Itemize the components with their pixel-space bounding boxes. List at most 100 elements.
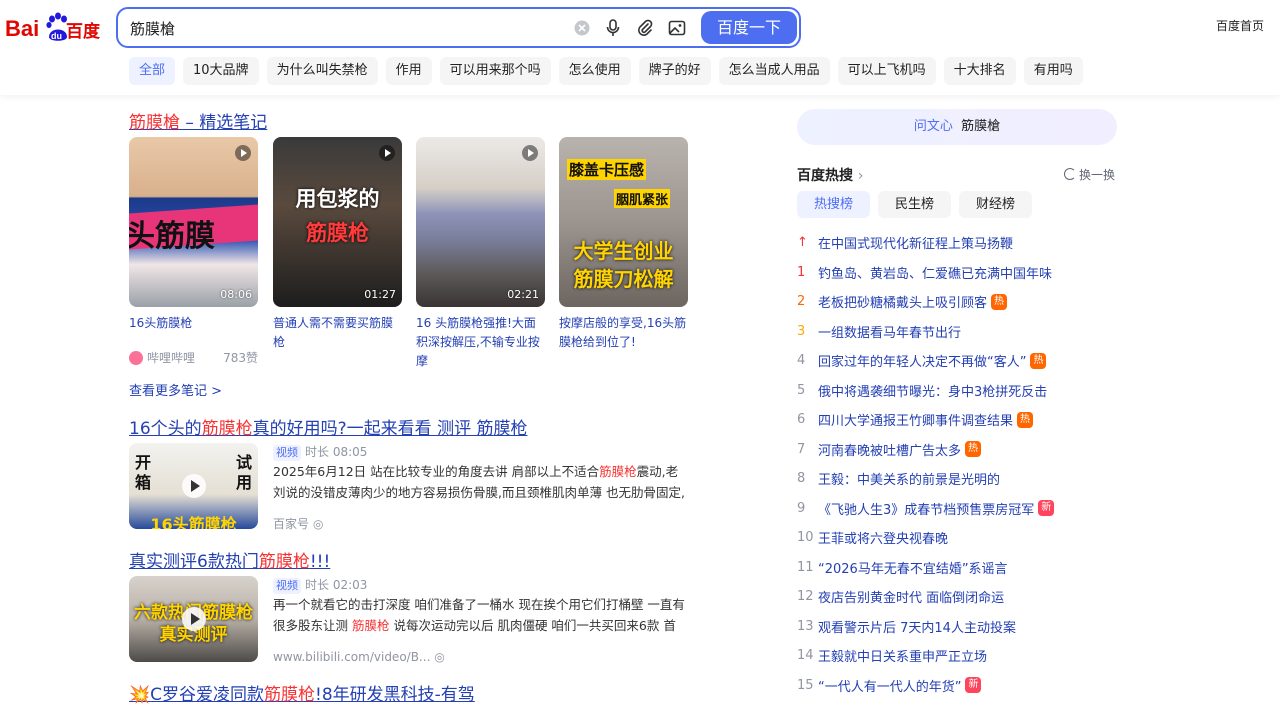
hot-item[interactable]: 14 王毅就中日关系重申严正立场 bbox=[797, 641, 1117, 671]
hot-item-text[interactable]: 钓鱼岛、黄岩岛、仁爱礁已充满中国年味 bbox=[818, 263, 1052, 282]
hot-item[interactable]: 7 河南春晚被吐槽广告太多热 bbox=[797, 435, 1117, 465]
hot-item[interactable]: 9 《飞驰人生3》成春节档预售票房冠军新 bbox=[797, 494, 1117, 524]
chevron-right-icon: › bbox=[857, 168, 864, 184]
title-part: 16个头的 bbox=[129, 419, 202, 439]
note-caption[interactable]: 普通人需不需要买筋膜枪 bbox=[273, 314, 402, 352]
hot-rank: 2 bbox=[797, 294, 806, 310]
hot-item[interactable]: 11 “2026马年无春不宜结婚”系谣言 bbox=[797, 553, 1117, 583]
tab-suggestion[interactable]: 怎么当成人用品 bbox=[718, 57, 830, 85]
hot-item[interactable]: 5 俄中将遇袭细节曝光：身中3枪拼死反击 bbox=[797, 376, 1117, 406]
clear-icon[interactable] bbox=[572, 18, 592, 38]
note-thumbnail[interactable]: 膝盖卡压感 胭肌紧张 大学生创业 筋膜刀松解 bbox=[559, 137, 688, 307]
hot-item-text[interactable]: 王菲或将六登央视春晚 bbox=[818, 528, 948, 547]
hot-item[interactable]: 13 观看警示片后 7天内14人主动投案 bbox=[797, 612, 1117, 642]
hot-item[interactable]: 10 王菲或将六登央视春晚 bbox=[797, 523, 1117, 553]
hot-item-text[interactable]: 河南春晚被吐槽广告太多 bbox=[818, 440, 961, 459]
hot-rank: 3 bbox=[797, 323, 806, 339]
refresh-icon bbox=[1064, 168, 1076, 180]
tab-all[interactable]: 全部 bbox=[129, 57, 176, 85]
hot-item-text[interactable]: 夜店告别黄金时代 面临倒闭命运 bbox=[818, 587, 1004, 606]
note-card[interactable]: 02:21 16 头筋膜枪强推!大面积深按解压,不输专业按摩 bbox=[416, 137, 545, 371]
hot-rank: 7 bbox=[797, 441, 806, 457]
notes-section-title[interactable]: 筋膜槍 – 精选笔记 bbox=[129, 108, 267, 133]
hot-item-text[interactable]: 老板把砂糖橘戴头上吸引顾客 bbox=[818, 292, 987, 311]
hot-item[interactable]: 1 钓鱼岛、黄岩岛、仁爱礁已充满中国年味 bbox=[797, 258, 1117, 288]
result-thumbnail[interactable]: 六款热门筋膜枪 真实测评 bbox=[129, 576, 258, 662]
hot-item[interactable]: 8 王毅：中美关系的前景是光明的 bbox=[797, 464, 1117, 494]
baidu-home-link[interactable]: 百度首页 bbox=[1216, 17, 1264, 34]
hot-list: ↑ 在中国式现代化新征程上策马扬鞭 1 钓鱼岛、黄岩岛、仁爱礁已充满中国年味 2 老板… bbox=[797, 228, 1117, 700]
result-title[interactable]: 16个头的筋膜枪真的好用吗?一起来看看 测评 筋膜枪 bbox=[129, 414, 527, 439]
note-caption[interactable]: 按摩店般的享受,16头筋膜枪给到位了! bbox=[559, 314, 688, 352]
thumb-overlay-text: 大学生创业 bbox=[573, 239, 674, 263]
tab-livelihood[interactable]: 民生榜 bbox=[878, 191, 952, 218]
hot-tag: 热 bbox=[965, 441, 982, 458]
result-title[interactable]: 真实测评6款热门筋膜枪!!! bbox=[129, 547, 330, 572]
note-card[interactable]: 膝盖卡压感 胭肌紧张 大学生创业 筋膜刀松解 按摩店般的享受,16头筋膜枪给到位… bbox=[559, 137, 688, 352]
hot-item[interactable]: 6 四川大学通报王竹卿事件调查结果热 bbox=[797, 405, 1117, 435]
result-title[interactable]: 💥C罗谷爱凌同款筋膜枪!8年研发黑科技-有驾 bbox=[129, 680, 475, 705]
swap-button[interactable]: 换一换 bbox=[1064, 166, 1115, 183]
hot-item-text[interactable]: 《飞驰人生3》成春节档预售票房冠军 bbox=[818, 499, 1034, 518]
hot-item-text[interactable]: “一代人有一代人的年货” bbox=[818, 676, 961, 695]
search-button[interactable]: 百度一下 bbox=[701, 11, 797, 44]
play-icon[interactable] bbox=[181, 474, 206, 498]
note-thumbnail[interactable]: 02:21 bbox=[416, 137, 545, 307]
hot-rank: 11 bbox=[797, 559, 814, 575]
tab-suggestion[interactable]: 为什么叫失禁枪 bbox=[266, 57, 378, 85]
hot-item[interactable]: 2 老板把砂糖橘戴头上吸引顾客热 bbox=[797, 287, 1117, 317]
hot-rank: 10 bbox=[797, 530, 814, 546]
hot-item-text[interactable]: 在中国式现代化新征程上策马扬鞭 bbox=[818, 233, 1013, 252]
hot-rank: 14 bbox=[797, 648, 814, 664]
note-card[interactable]: 用包浆的 筋膜枪 01:27 普通人需不需要买筋膜枪 bbox=[273, 137, 402, 352]
tab-suggestion[interactable]: 有用吗 bbox=[1023, 57, 1083, 85]
thumb-overlay-text: 试用 bbox=[235, 453, 252, 492]
result-meta: 视频 时长 02:03 bbox=[273, 574, 687, 596]
note-caption[interactable]: 16 头筋膜枪强推!大面积深按解压,不输专业按摩 bbox=[416, 314, 545, 371]
hot-item[interactable]: ↑ 在中国式现代化新征程上策马扬鞭 bbox=[797, 228, 1117, 258]
baidu-logo[interactable]: Bai du 百度 bbox=[5, 9, 101, 43]
hot-item-text[interactable]: 观看警示片后 7天内14人主动投案 bbox=[818, 617, 1016, 636]
result-thumbnail[interactable]: 开箱 试用 16头筋膜枪 bbox=[129, 443, 258, 529]
tab-suggestion[interactable]: 10大品牌 bbox=[183, 57, 259, 85]
attachment-icon[interactable] bbox=[635, 18, 655, 38]
pin-top-icon: ↑ bbox=[797, 235, 808, 251]
tab-suggestion[interactable]: 怎么使用 bbox=[558, 57, 631, 85]
note-source[interactable]: 哔哩哔哩 bbox=[147, 349, 195, 366]
note-caption[interactable]: 16头筋膜枪 bbox=[129, 314, 258, 333]
play-icon[interactable] bbox=[181, 607, 206, 631]
note-thumbnail[interactable]: 用包浆的 筋膜枪 01:27 bbox=[273, 137, 402, 307]
tab-suggestion[interactable]: 作用 bbox=[385, 57, 432, 85]
tab-suggestion[interactable]: 可以用来那个吗 bbox=[439, 57, 551, 85]
note-thumbnail[interactable]: 头筋膜 08:06 bbox=[129, 137, 258, 307]
result-source[interactable]: 百家号 ◎ bbox=[273, 513, 687, 535]
hot-item-text[interactable]: 一组数据看马年春节出行 bbox=[818, 322, 961, 341]
hot-item[interactable]: 15 “一代人有一代人的年货” 新 bbox=[797, 671, 1117, 701]
hot-item-text[interactable]: 王毅就中日关系重申严正立场 bbox=[818, 646, 987, 665]
hot-item[interactable]: 4 回家过年的年轻人决定不再做“客人” 热 bbox=[797, 346, 1117, 376]
tab-hot-search[interactable]: 热搜榜 bbox=[797, 191, 871, 218]
hot-search-title[interactable]: 百度热搜 › bbox=[797, 165, 863, 185]
hot-item[interactable]: 12 夜店告别黄金时代 面临倒闭命运 bbox=[797, 582, 1117, 612]
hot-item-text[interactable]: “2026马年无春不宜结婚”系谣言 bbox=[818, 558, 1008, 577]
tab-suggestion[interactable]: 可以上飞机吗 bbox=[837, 57, 936, 85]
note-card[interactable]: 头筋膜 08:06 16头筋膜枪 哔哩哔哩 783赞 bbox=[129, 137, 258, 366]
hot-item[interactable]: 3 一组数据看马年春节出行 bbox=[797, 317, 1117, 347]
result-source[interactable]: www.bilibili.com/video/B... ◎ bbox=[273, 646, 687, 668]
hot-item-text[interactable]: 回家过年的年轻人决定不再做“客人” bbox=[818, 351, 1026, 370]
wenxin-ask-button[interactable]: 问文心 筋膜槍 bbox=[797, 109, 1117, 145]
video-duration: 时长 08:05 bbox=[305, 445, 368, 459]
more-notes-link[interactable]: 查看更多笔记 > bbox=[129, 380, 222, 399]
tab-suggestion[interactable]: 十大排名 bbox=[943, 57, 1016, 85]
hot-item-text[interactable]: 王毅：中美关系的前景是光明的 bbox=[818, 469, 1000, 488]
tab-suggestion[interactable]: 牌子的好 bbox=[638, 57, 711, 85]
tab-finance[interactable]: 财经榜 bbox=[959, 191, 1033, 218]
image-search-icon[interactable] bbox=[667, 18, 687, 38]
video-duration: 01:27 bbox=[364, 288, 396, 301]
search-input[interactable] bbox=[130, 17, 560, 39]
info-icon: ◎ bbox=[434, 650, 445, 664]
microphone-icon[interactable] bbox=[603, 18, 623, 38]
hot-item-text[interactable]: 四川大学通报王竹卿事件调查结果 bbox=[818, 410, 1013, 429]
thumb-overlay-text: 头筋膜 bbox=[129, 219, 215, 254]
hot-item-text[interactable]: 俄中将遇袭细节曝光：身中3枪拼死反击 bbox=[818, 381, 1047, 400]
